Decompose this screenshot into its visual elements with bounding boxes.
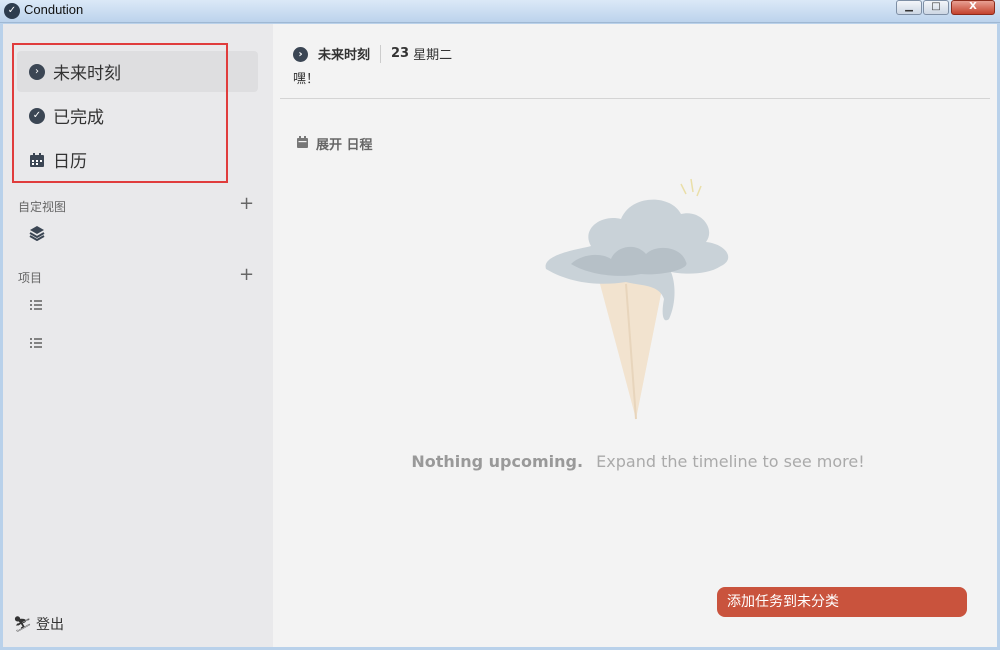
add-project-button[interactable]: + <box>239 266 254 284</box>
chevron-right-circle-icon: › <box>293 46 308 62</box>
minimize-button[interactable]: ▁ <box>896 0 922 15</box>
window-titlebar: ✓ Condution ▁ □ X <box>0 0 1000 23</box>
greeting-text: 嘿！ <box>293 72 320 87</box>
app-logo-icon: ✓ <box>4 3 20 19</box>
nav-calendar[interactable]: 日历 <box>17 139 258 180</box>
add-custom-view-button[interactable]: + <box>239 195 254 213</box>
nav-completed-label: 已完成 <box>53 108 104 128</box>
page-header: › 未来时刻 23 星期二 <box>293 44 452 63</box>
layers-icon[interactable] <box>29 225 45 242</box>
logout-label: 登出 <box>36 617 65 633</box>
close-button[interactable]: X <box>951 0 995 15</box>
custom-views-label: 自定视图 <box>18 200 67 214</box>
sidebar: › 未来时刻 ✓ 已完成 日历 自定视图 + 项目 + ⛷ 登出 <box>3 24 273 647</box>
logout-button[interactable]: ⛷ 登出 <box>13 614 64 634</box>
check-circle-icon: ✓ <box>29 107 45 124</box>
header-divider <box>380 44 382 63</box>
maximize-button[interactable]: □ <box>923 0 949 15</box>
nav-completed[interactable]: ✓ 已完成 <box>17 95 258 136</box>
chevron-right-circle-icon: › <box>29 63 45 80</box>
expand-timeline-button[interactable]: 展开 日程 <box>297 134 373 153</box>
empty-state-hint: Expand the timeline to see more! <box>596 452 865 471</box>
list-icon[interactable] <box>29 297 45 313</box>
date-number: 23 <box>391 46 410 61</box>
app-frame: › 未来时刻 ✓ 已完成 日历 自定视图 + 项目 + ⛷ 登出 › 未来时刻 … <box>3 24 997 647</box>
expand-timeline-label: 展开 日程 <box>316 138 373 153</box>
header-divider-line <box>280 98 990 99</box>
skier-icon: ⛷ <box>13 615 33 633</box>
nav-upcoming-label: 未来时刻 <box>53 64 121 84</box>
weekday-label: 星期二 <box>413 48 453 63</box>
list-icon[interactable] <box>29 335 45 351</box>
projects-label: 项目 <box>18 271 43 285</box>
page-title: 未来时刻 <box>318 48 371 63</box>
main-panel: › 未来时刻 23 星期二 嘿！ 展开 日程 Nothing upcoming.… <box>273 24 997 647</box>
ice-cream-illustration <box>541 174 741 424</box>
window-title: Condution <box>24 2 84 17</box>
empty-state-message: Nothing upcoming. Expand the timeline to… <box>273 452 1000 471</box>
calendar-small-icon <box>297 135 308 152</box>
add-task-button[interactable]: 添加任务到未分类 <box>717 587 967 617</box>
nav-calendar-label: 日历 <box>53 152 87 172</box>
calendar-icon <box>29 152 45 168</box>
nav-upcoming[interactable]: › 未来时刻 <box>17 51 258 92</box>
empty-state-title: Nothing upcoming. <box>411 452 584 471</box>
